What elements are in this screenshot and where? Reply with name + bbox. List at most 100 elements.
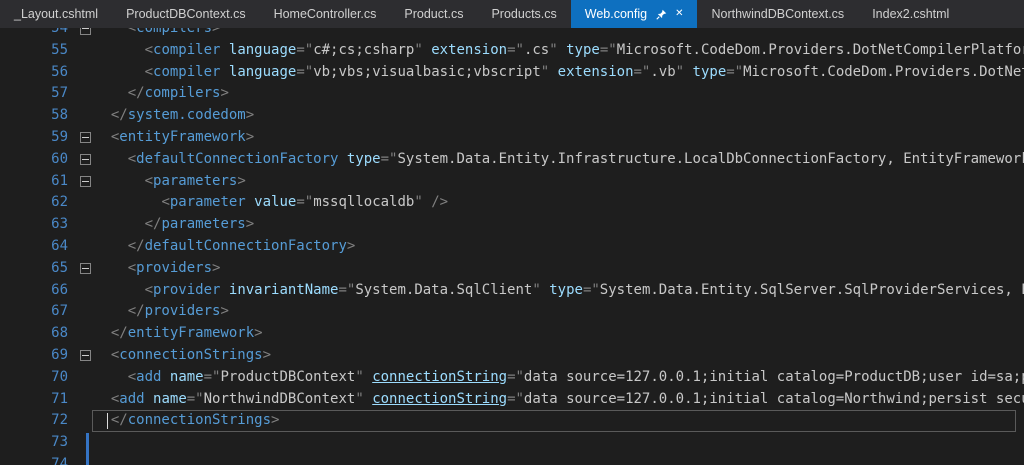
fold-margin — [68, 258, 94, 280]
line-number: 63 — [51, 216, 68, 233]
code-text: <add name="ProductDBContext" connectionS… — [127, 368, 1024, 385]
tab-products-cs[interactable]: Products.cs — [477, 0, 570, 28]
fold-margin — [68, 62, 94, 84]
fold-margin — [68, 432, 94, 454]
fold-margin — [68, 454, 94, 465]
code-text: <parameter value="mssqllocaldb" /> — [161, 194, 449, 211]
code-line: 62 <parameter value="mssqllocaldb" /> — [0, 192, 1024, 214]
code-text: <provider invariantName="System.Data.Sql… — [144, 281, 1024, 298]
code-line: 69 <connectionStrings> — [0, 345, 1024, 367]
code-line: 54 <compilers> — [0, 28, 1024, 40]
code-text: <parameters> — [144, 172, 246, 189]
fold-collapse-icon[interactable] — [80, 350, 91, 362]
code-line: 74 — [0, 454, 1024, 465]
fold-margin — [68, 323, 94, 345]
code-text: <compilers> — [127, 28, 221, 36]
fold-margin — [68, 214, 94, 236]
code-line: 73 — [0, 432, 1024, 454]
fold-collapse-icon[interactable] — [80, 263, 91, 275]
pin-icon[interactable] — [656, 9, 667, 20]
line-number: 62 — [51, 194, 68, 211]
tab-layout-cshtml[interactable]: _Layout.cshtml — [0, 0, 112, 28]
fold-margin — [68, 410, 94, 432]
code-lines: 54 <compilers> 55 <compiler language="c#;… — [0, 28, 1024, 465]
tab-web-config[interactable]: Web.config ✕ — [570, 0, 698, 28]
code-text: </entityFramework> — [110, 325, 263, 342]
line-number: 72 — [51, 412, 68, 429]
tab-index2-cshtml[interactable]: Index2.cshtml — [858, 0, 963, 28]
line-number: 70 — [51, 368, 68, 385]
tab-label: NorthwindDBContext.cs — [711, 7, 845, 21]
line-number: 57 — [51, 85, 68, 102]
tab-homecontroller-cs[interactable]: HomeController.cs — [260, 0, 391, 28]
fold-collapse-icon[interactable] — [80, 28, 91, 35]
code-text: <connectionStrings> — [110, 346, 272, 363]
line-number: 60 — [51, 150, 68, 167]
code-line: 63 </parameters> — [0, 214, 1024, 236]
fold-margin — [68, 280, 94, 302]
code-line: 68 </entityFramework> — [0, 323, 1024, 345]
code-line: 56 <compiler language="vb;vbs;visualbasi… — [0, 62, 1024, 84]
margin-indicator-bar — [86, 433, 89, 465]
code-text: <add name="NorthwindDBContext" connectio… — [110, 390, 1024, 407]
code-line: 61 <parameters> — [0, 171, 1024, 193]
line-number: 61 — [51, 172, 68, 189]
code-line: 65 <providers> — [0, 258, 1024, 280]
tab-bar: _Layout.cshtml ProductDBContext.cs HomeCon… — [0, 0, 1024, 28]
tab-productdbcontext-cs[interactable]: ProductDBContext.cs — [112, 0, 260, 28]
code-editor[interactable]: 54 <compilers> 55 <compiler language="c#;… — [0, 28, 1024, 465]
code-line: 60 <defaultConnectionFactory type="Syste… — [0, 149, 1024, 171]
text-caret — [106, 412, 109, 429]
fold-collapse-icon[interactable] — [80, 176, 91, 188]
code-line: 66 <provider invariantName="System.Data.… — [0, 280, 1024, 302]
tab-label: Web.config — [584, 7, 648, 21]
line-number: 65 — [51, 259, 68, 276]
code-text: <compiler language="c#;cs;csharp" extens… — [144, 41, 1024, 58]
fold-margin — [68, 149, 94, 171]
fold-margin — [68, 301, 94, 323]
tab-northwinddbcontext-cs[interactable]: NorthwindDBContext.cs — [697, 0, 858, 28]
tab-label: Product.cs — [404, 7, 464, 21]
code-text: </providers> — [127, 303, 229, 320]
line-number: 59 — [51, 128, 68, 145]
tab-label: Index2.cshtml — [872, 7, 950, 21]
code-text: </parameters> — [144, 216, 255, 233]
line-number: 55 — [51, 41, 68, 58]
line-number: 73 — [51, 434, 68, 451]
code-line: 55 <compiler language="c#;cs;csharp" ext… — [0, 40, 1024, 62]
fold-collapse-icon[interactable] — [80, 132, 91, 144]
code-line: 57 </compilers> — [0, 83, 1024, 105]
code-text: </compilers> — [127, 85, 229, 102]
fold-margin — [68, 367, 94, 389]
fold-margin — [68, 127, 94, 149]
code-text: <providers> — [127, 259, 221, 276]
tab-label: _Layout.cshtml — [14, 7, 99, 21]
code-text: <entityFramework> — [110, 128, 255, 145]
code-line: 67 </providers> — [0, 301, 1024, 323]
code-text: </connectionStrings> — [110, 412, 280, 429]
fold-margin — [68, 28, 94, 40]
fold-margin — [68, 192, 94, 214]
code-line: 64 </defaultConnectionFactory> — [0, 236, 1024, 258]
line-number: 69 — [51, 346, 68, 363]
line-number: 64 — [51, 237, 68, 254]
fold-margin — [68, 389, 94, 411]
tab-label: ProductDBContext.cs — [126, 7, 246, 21]
code-text: <defaultConnectionFactory type="System.D… — [127, 150, 1024, 167]
code-line: 59 <entityFramework> — [0, 127, 1024, 149]
tab-product-cs[interactable]: Product.cs — [390, 0, 477, 28]
code-line: 71 <add name="NorthwindDBContext" connec… — [0, 389, 1024, 411]
line-number: 56 — [51, 63, 68, 80]
line-number: 74 — [51, 455, 68, 465]
fold-collapse-icon[interactable] — [80, 154, 91, 166]
code-text: <compiler language="vb;vbs;visualbasic;v… — [144, 63, 1024, 80]
line-number: 66 — [51, 281, 68, 298]
close-icon[interactable]: ✕ — [675, 9, 683, 19]
line-number: 54 — [51, 28, 68, 36]
code-line: 72 </connectionStrings> — [0, 410, 1024, 433]
fold-margin — [68, 345, 94, 367]
fold-margin — [68, 171, 94, 193]
code-text: </system.codedom> — [110, 107, 255, 124]
code-text: </defaultConnectionFactory> — [127, 237, 356, 254]
line-number: 68 — [51, 325, 68, 342]
